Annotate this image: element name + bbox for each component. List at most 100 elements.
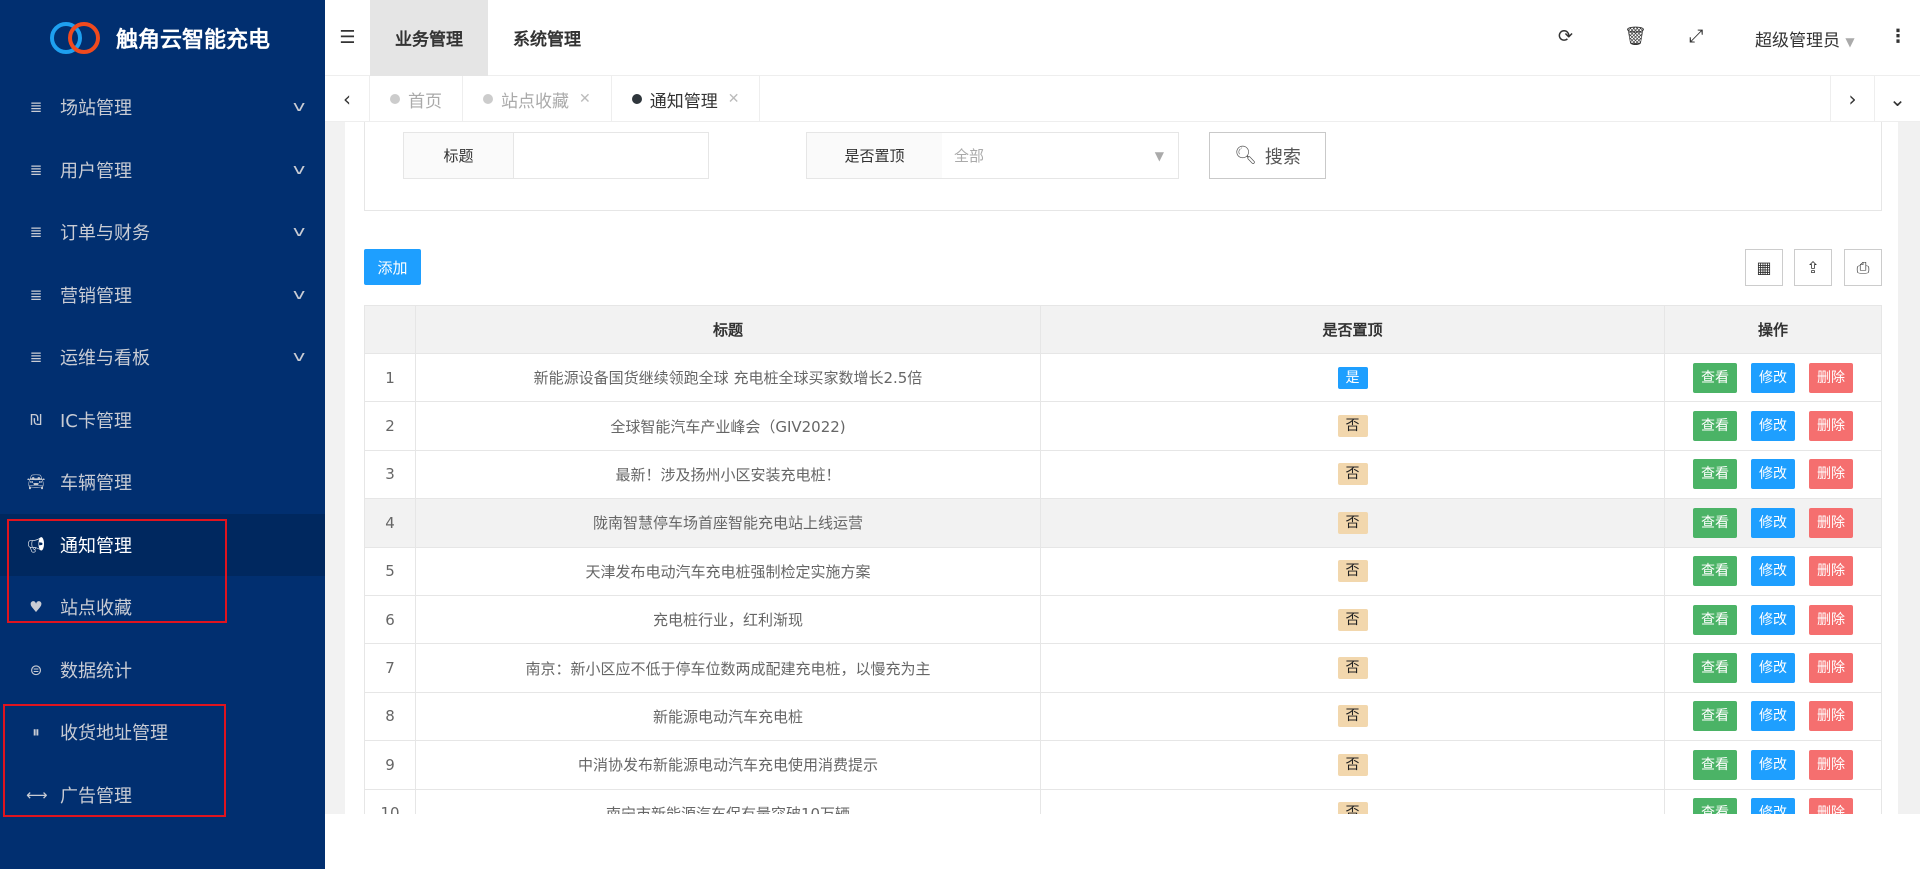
edit-button[interactable]: 修改 xyxy=(1751,749,1795,780)
sidebar-item[interactable]: 🚘︎ 车辆管理 xyxy=(0,451,325,514)
edit-button[interactable]: 修改 xyxy=(1751,507,1795,538)
collapse-menu-icon[interactable]: ☰ xyxy=(325,27,370,48)
scrollbar-track[interactable] xyxy=(1898,122,1920,814)
view-button[interactable]: 查看 xyxy=(1693,362,1737,393)
edit-button[interactable]: 修改 xyxy=(1751,362,1795,393)
row-index: 4 xyxy=(364,498,416,548)
view-button[interactable]: 查看 xyxy=(1693,749,1737,780)
delete-button[interactable]: 删除 xyxy=(1809,459,1853,490)
delete-button[interactable]: 删除 xyxy=(1809,362,1853,393)
edit-button[interactable]: 修改 xyxy=(1751,798,1795,814)
search-form: 标题 是否置顶 全部 ▼ 🔍︎ 搜索 xyxy=(364,122,1882,211)
chevron-down-icon: v xyxy=(292,286,306,303)
app-title: 触角云智能充电 xyxy=(116,28,271,53)
print-button[interactable]: ⎙ xyxy=(1844,249,1882,286)
col-title[interactable]: 标题 xyxy=(415,305,1041,354)
sidebar-item[interactable]: ≣ 订单与财务 v xyxy=(0,201,325,264)
table-row[interactable]: 3 最新！涉及扬州小区安装充电桩！ 否 查看 修改 删除 xyxy=(364,449,1882,500)
delete-button[interactable]: 删除 xyxy=(1809,604,1853,635)
logo: 触角云智能充电 xyxy=(0,0,325,76)
user-menu[interactable]: 超级管理员 ▼ xyxy=(1755,26,1855,51)
view-button[interactable]: 查看 xyxy=(1693,653,1737,684)
list-icon: ≣ xyxy=(29,223,43,242)
delete-button[interactable]: 删除 xyxy=(1809,411,1853,442)
row-top-cell: 否 xyxy=(1040,546,1665,596)
dot-icon xyxy=(483,94,493,104)
fullscreen-icon[interactable]: ⤢ xyxy=(1689,26,1703,47)
card-icon: ₪ xyxy=(30,410,42,429)
col-index xyxy=(364,305,416,354)
delete-button[interactable]: 删除 xyxy=(1809,701,1853,732)
sidebar-item[interactable]: ≣ 用户管理 v xyxy=(0,139,325,202)
row-title: 新能源电动汽车充电桩 xyxy=(415,691,1041,742)
top-select[interactable]: 全部 ▼ xyxy=(942,132,1179,179)
page-tab[interactable]: 通知管理 ✕ xyxy=(612,76,761,122)
edit-button[interactable]: 修改 xyxy=(1751,653,1795,684)
columns-filter-button[interactable]: ▦ xyxy=(1745,249,1783,286)
page-tab[interactable]: 首页 xyxy=(370,76,463,122)
delete-button[interactable]: 删除 xyxy=(1809,798,1853,814)
sidebar-item[interactable]: ≣ 营销管理 v xyxy=(0,264,325,327)
edit-button[interactable]: 修改 xyxy=(1751,459,1795,490)
view-button[interactable]: 查看 xyxy=(1693,604,1737,635)
row-top-cell: 否 xyxy=(1040,498,1665,548)
delete-button[interactable]: 删除 xyxy=(1809,653,1853,684)
sidebar-item[interactable]: ≣ 运维与看板 v xyxy=(0,326,325,389)
table-row[interactable]: 7 南京：新小区应不低于停车位数两成配建充电桩，以慢充为主 否 查看 修改 删除 xyxy=(364,643,1882,693)
tabs-menu-button[interactable]: ⌄ xyxy=(1875,76,1920,122)
car-icon: 🚘︎ xyxy=(26,473,46,492)
table-row[interactable]: 2 全球智能汽车产业峰会（GIV2022) 否 查看 修改 删除 xyxy=(364,401,1882,451)
sidebar-item[interactable]: ⊜ 数据统计 xyxy=(0,639,325,702)
header-tab-system[interactable]: 系统管理 xyxy=(488,0,606,76)
refresh-icon[interactable]: ⟳ xyxy=(1558,26,1573,47)
view-button[interactable]: 查看 xyxy=(1693,459,1737,490)
sidebar-item-label: 用户管理 xyxy=(60,160,132,182)
row-top-cell: 否 xyxy=(1040,740,1665,790)
table-row[interactable]: 8 新能源电动汽车充电桩 否 查看 修改 删除 xyxy=(364,691,1882,742)
user-name: 超级管理员 xyxy=(1755,31,1840,51)
table-row[interactable]: 5 天津发布电动汽车充电桩强制检定实施方案 否 查看 修改 删除 xyxy=(364,546,1882,596)
edit-button[interactable]: 修改 xyxy=(1751,701,1795,732)
list-icon: ≣ xyxy=(29,285,43,304)
edit-button[interactable]: 修改 xyxy=(1751,556,1795,587)
export-button[interactable]: ⇪ xyxy=(1794,249,1832,286)
view-button[interactable]: 查看 xyxy=(1693,798,1737,814)
search-button[interactable]: 🔍︎ 搜索 xyxy=(1209,132,1326,179)
list-icon: ≣ xyxy=(29,98,43,117)
close-icon[interactable]: ✕ xyxy=(579,91,591,107)
highlight-box-2 xyxy=(3,704,226,817)
view-button[interactable]: 查看 xyxy=(1693,507,1737,538)
page-tabs: ‹ 首页 站点收藏 ✕ 通知管理 ✕ › ⌄ xyxy=(325,76,1920,122)
table-row[interactable]: 6 充电桩行业，红利渐现 否 查看 修改 删除 xyxy=(364,594,1882,645)
edit-button[interactable]: 修改 xyxy=(1751,411,1795,442)
more-vertical-icon[interactable]: ⋮ xyxy=(1889,26,1907,47)
delete-button[interactable]: 删除 xyxy=(1809,749,1853,780)
view-button[interactable]: 查看 xyxy=(1693,556,1737,587)
col-top[interactable]: 是否置顶 xyxy=(1040,305,1665,354)
sidebar-item[interactable]: ≣ 场站管理 v xyxy=(0,76,325,139)
tabs-next-button[interactable]: › xyxy=(1830,76,1875,122)
edit-button[interactable]: 修改 xyxy=(1751,604,1795,635)
table-row[interactable]: 9 中消协发布新能源电动汽车充电使用消费提示 否 查看 修改 删除 xyxy=(364,740,1882,790)
row-top-cell: 否 xyxy=(1040,643,1665,693)
top-badge: 否 xyxy=(1337,463,1368,486)
sidebar-item[interactable]: ₪ IC卡管理 xyxy=(0,389,325,452)
add-button[interactable]: 添加 xyxy=(364,249,421,285)
row-title: 中消协发布新能源电动汽车充电使用消费提示 xyxy=(415,740,1041,790)
view-button[interactable]: 查看 xyxy=(1693,411,1737,442)
table-row[interactable]: 10 南宁市新能源汽车保有量突破10万辆 否 查看 修改 删除 xyxy=(364,788,1882,814)
delete-button[interactable]: 删除 xyxy=(1809,556,1853,587)
title-label: 标题 xyxy=(403,132,514,179)
row-index: 5 xyxy=(364,546,416,596)
close-icon[interactable]: ✕ xyxy=(728,91,740,107)
delete-button[interactable]: 删除 xyxy=(1809,507,1853,538)
table-row[interactable]: 1 新能源设备国货继续领跑全球 充电桩全球买家数增长2.5倍 是 查看 修改 删除 xyxy=(364,352,1882,403)
view-button[interactable]: 查看 xyxy=(1693,701,1737,732)
title-input[interactable] xyxy=(514,132,709,179)
table-row[interactable]: 4 陇南智慧停车场首座智能充电站上线运营 否 查看 修改 删除 xyxy=(364,498,1882,548)
page-tab[interactable]: 站点收藏 ✕ xyxy=(463,76,612,122)
tabs-prev-button[interactable]: ‹ xyxy=(325,76,370,122)
header-tab-business[interactable]: 业务管理 xyxy=(370,0,488,76)
trash-icon[interactable]: 🗑 xyxy=(1624,26,1647,47)
sidebar-item-label: 车辆管理 xyxy=(60,473,132,495)
